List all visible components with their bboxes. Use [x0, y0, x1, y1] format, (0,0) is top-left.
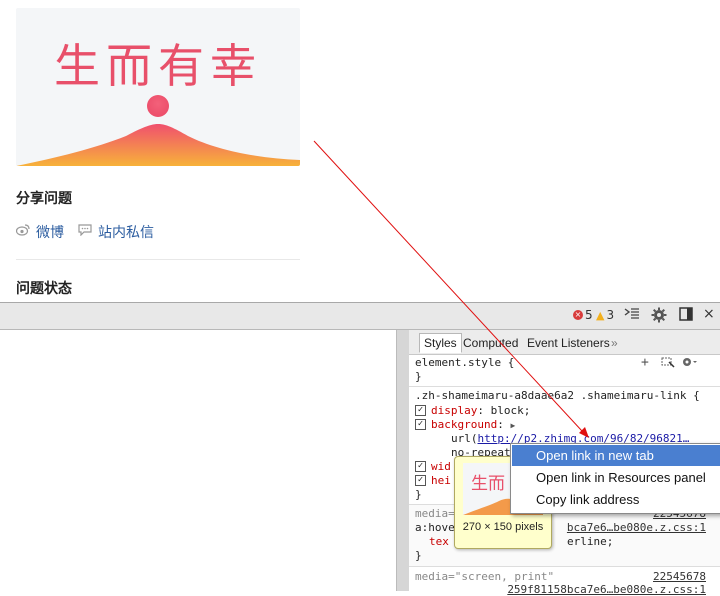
style-gear-icon[interactable]	[681, 356, 699, 371]
console-drawer-icon[interactable]	[624, 307, 640, 321]
display-checkbox[interactable]: ✓	[415, 404, 426, 416]
share-weibo-label: 微博	[36, 225, 64, 241]
hover-selector: a:hove	[415, 521, 455, 534]
media-screen-print-label: media="screen, print"	[415, 570, 555, 583]
settings-gear-icon[interactable]	[651, 307, 667, 323]
new-style-rule-plus-icon[interactable]: +	[641, 355, 649, 370]
menu-open-in-new-tab[interactable]: Open link in new tab	[512, 445, 720, 466]
error-icon: ×	[573, 310, 583, 320]
text-decoration-declaration[interactable]: tex erline;	[429, 535, 613, 548]
height-checkbox[interactable]: ✓	[415, 474, 426, 486]
page-content: 生而有幸 分享问题 微博 站内私信 问题状态	[0, 0, 720, 302]
share-section-title: 分享问题	[16, 191, 72, 207]
background-checkbox[interactable]: ✓	[415, 418, 426, 430]
element-style-selector: element.style {	[415, 356, 515, 369]
tab-styles[interactable]: Styles	[419, 333, 462, 353]
height-declaration[interactable]: ✓ hei	[415, 474, 451, 487]
warning-count: 3	[606, 308, 615, 322]
menu-open-in-resources-panel[interactable]: Open link in Resources panel	[512, 467, 720, 488]
element-style-close: }	[415, 370, 422, 383]
share-private-message-link[interactable]: 站内私信	[78, 222, 154, 242]
weibo-icon	[15, 224, 30, 240]
width-declaration[interactable]: ✓ wid	[415, 460, 451, 473]
media2-source-link[interactable]: 22545678	[653, 570, 706, 583]
menu-copy-link-address[interactable]: Copy link address	[512, 489, 720, 510]
expand-triangle-icon[interactable]: ▶	[510, 421, 515, 430]
media-rule-screen-print: media="screen, print" 22545678 259f81158…	[409, 567, 720, 596]
banner-image[interactable]: 生而有幸	[16, 8, 300, 166]
sunrise-illustration	[16, 95, 300, 166]
background-declaration[interactable]: ✓ background: ▶	[415, 418, 515, 431]
warning-icon: ▲	[596, 308, 605, 322]
share-weibo-link[interactable]: 微博	[15, 222, 64, 242]
elements-tree-pane	[0, 330, 396, 591]
error-count: 5	[585, 308, 593, 322]
rule-selector: .zh-shameimaru-a8daae6a2 .shameimaru-lin…	[415, 389, 700, 402]
hover-source-file-link[interactable]: bca7e6…be080e.z.css:1	[567, 521, 706, 534]
pane-splitter[interactable]	[396, 330, 410, 591]
media-rule-close: }	[415, 549, 422, 562]
tabs-overflow-chevron-icon[interactable]: »	[607, 334, 622, 352]
section-divider	[16, 259, 300, 260]
media-query-label: media=	[415, 507, 455, 520]
sidebar-tabs: Styles Computed Event Listeners »	[409, 330, 720, 355]
error-counter[interactable]: × 5	[573, 308, 593, 322]
element-style-rule: element.style { } +	[409, 355, 720, 387]
display-declaration[interactable]: ✓ display: block;	[415, 404, 530, 417]
devtools-toolbar: × 5 ▲ 3 ×	[0, 303, 720, 330]
close-devtools-icon[interactable]: ×	[703, 306, 715, 322]
width-checkbox[interactable]: ✓	[415, 460, 426, 472]
tab-computed[interactable]: Computed	[459, 334, 522, 352]
preview-dimensions: 270 × 150 pixels	[462, 521, 544, 533]
tab-event-listeners[interactable]: Event Listeners	[523, 334, 614, 352]
link-context-menu: Open link in new tab Open link in Resour…	[510, 443, 720, 514]
message-icon	[78, 224, 92, 240]
element-state-icon[interactable]	[661, 357, 675, 371]
warning-counter[interactable]: ▲ 3	[596, 308, 614, 322]
dock-side-icon[interactable]	[679, 307, 693, 321]
status-section-title: 问题状态	[16, 281, 72, 297]
share-private-message-label: 站内私信	[98, 225, 154, 241]
rule-close: }	[415, 488, 422, 501]
